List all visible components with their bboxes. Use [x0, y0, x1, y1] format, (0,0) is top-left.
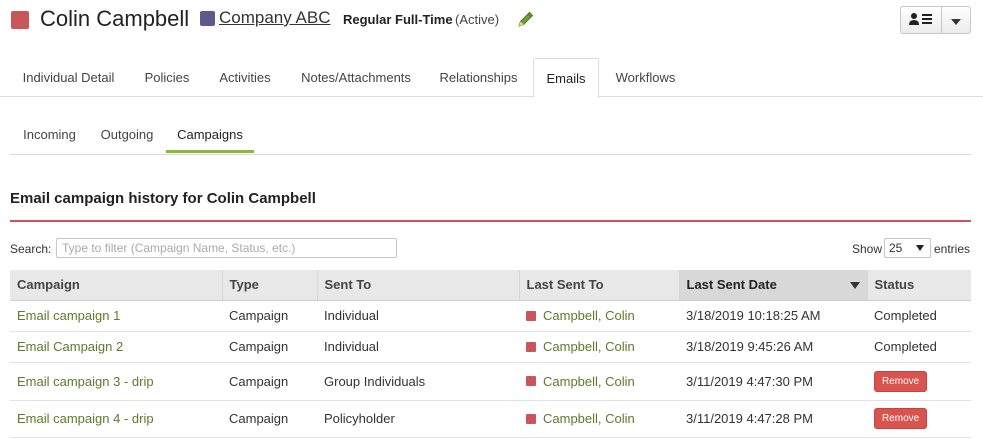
- table-row: Email campaign 4 - drip Campaign Policyh…: [10, 400, 971, 438]
- last-sent-to-link[interactable]: Campbell, Colin: [543, 339, 635, 354]
- column-header-status[interactable]: Status: [867, 270, 971, 301]
- column-header-last-sent-date[interactable]: Last Sent Date: [679, 270, 868, 301]
- table-row: Email Campaign 2 Campaign Individual Cam…: [10, 331, 971, 363]
- email-sub-tab-bar: Incoming Outgoing Campaigns: [10, 118, 971, 155]
- status-cell: Completed: [867, 300, 971, 332]
- contact-color-swatch: [526, 310, 536, 321]
- column-header-sent-to[interactable]: Sent To: [317, 270, 520, 301]
- type-cell: Campaign: [222, 400, 317, 438]
- pencil-icon[interactable]: [516, 9, 536, 29]
- contact-color-swatch: [526, 413, 536, 424]
- caret-down-icon: [951, 13, 962, 28]
- remove-button[interactable]: Remove: [874, 408, 928, 429]
- type-cell: Campaign: [222, 331, 317, 363]
- table-row: Email campaign 3 - drip Campaign Group I…: [10, 362, 971, 401]
- subtab-campaigns[interactable]: Campaigns: [166, 118, 254, 153]
- column-header-last-sent-date-label: Last Sent Date: [686, 277, 777, 293]
- sent-to-cell: Group Individuals: [317, 362, 519, 401]
- campaign-link[interactable]: Email Campaign 2: [17, 339, 123, 354]
- sent-to-cell: Policyholder: [317, 400, 519, 438]
- table-header-row: Campaign Type Sent To Last Sent To Last …: [10, 270, 971, 301]
- section-divider: [10, 220, 971, 222]
- type-cell: Campaign: [222, 362, 317, 401]
- subtab-outgoing[interactable]: Outgoing: [92, 118, 162, 153]
- record-header: Colin Campbell Company ABC Regular Full-…: [0, 0, 983, 42]
- page-size-select[interactable]: 25: [884, 238, 931, 258]
- search-label: Search:: [10, 242, 52, 256]
- tab-emails[interactable]: Emails: [533, 58, 599, 98]
- table-row: Email campaign 1 Campaign Individual Cam…: [10, 300, 971, 332]
- sent-to-cell: Individual: [317, 331, 519, 363]
- record-actions-button-group: [900, 6, 971, 34]
- company-color-swatch: [200, 11, 215, 26]
- entries-label: entries: [934, 242, 971, 256]
- company-link[interactable]: Company ABC: [219, 8, 331, 28]
- select-arrow-icon: [916, 245, 924, 251]
- last-sent-date-cell: 3/18/2019 10:18:25 AM: [679, 300, 867, 332]
- campaign-history-table: Campaign Type Sent To Last Sent To Last …: [10, 270, 971, 438]
- person-name: Colin Campbell: [40, 6, 190, 31]
- campaign-link[interactable]: Email campaign 4 - drip: [17, 411, 154, 426]
- last-sent-to-link[interactable]: Campbell, Colin: [543, 308, 635, 323]
- tab-workflows[interactable]: Workflows: [604, 58, 687, 97]
- type-cell: Campaign: [222, 300, 317, 332]
- sort-descending-icon: [849, 282, 860, 289]
- last-sent-date-cell: 3/11/2019 4:47:30 PM: [679, 362, 867, 401]
- remove-button[interactable]: Remove: [874, 370, 928, 392]
- last-sent-date-cell: 3/18/2019 9:45:26 AM: [679, 331, 867, 363]
- contact-color-swatch: [526, 376, 536, 386]
- person-list-button[interactable]: [901, 7, 943, 33]
- column-header-last-sent-to[interactable]: Last Sent To: [519, 270, 680, 301]
- last-sent-to-link[interactable]: Campbell, Colin: [543, 374, 635, 389]
- tab-policies[interactable]: Policies: [133, 58, 201, 97]
- tab-relationships[interactable]: Relationships: [428, 58, 529, 97]
- contact-color-swatch: [526, 341, 536, 352]
- status-cell: Completed: [867, 331, 971, 363]
- sent-to-cell: Individual: [317, 300, 519, 332]
- last-sent-to-link[interactable]: Campbell, Colin: [543, 411, 635, 426]
- search-input[interactable]: [56, 238, 397, 258]
- column-header-campaign[interactable]: Campaign: [10, 270, 223, 301]
- subtab-incoming[interactable]: Incoming: [14, 118, 85, 153]
- person-color-swatch: [11, 11, 29, 29]
- section-title: Email campaign history for Colin Campbel…: [10, 190, 316, 207]
- show-label: Show: [852, 242, 883, 256]
- tab-activities[interactable]: Activities: [206, 58, 284, 97]
- last-sent-date-cell: 3/11/2019 4:47:28 PM: [679, 400, 867, 438]
- employment-status: (Active): [455, 12, 500, 27]
- main-tab-bar: Individual Detail Policies Activities No…: [0, 58, 983, 98]
- page-size-value: 25: [889, 241, 903, 255]
- employment-type: Regular Full-Time: [343, 12, 453, 27]
- tab-individual-detail[interactable]: Individual Detail: [10, 58, 127, 97]
- campaign-link[interactable]: Email campaign 3 - drip: [17, 374, 154, 389]
- tab-notes-attachments[interactable]: Notes/Attachments: [290, 58, 422, 97]
- column-header-type[interactable]: Type: [222, 270, 318, 301]
- campaign-link[interactable]: Email campaign 1: [17, 308, 120, 323]
- person-list-icon: [909, 12, 933, 29]
- actions-dropdown-button[interactable]: [942, 7, 970, 33]
